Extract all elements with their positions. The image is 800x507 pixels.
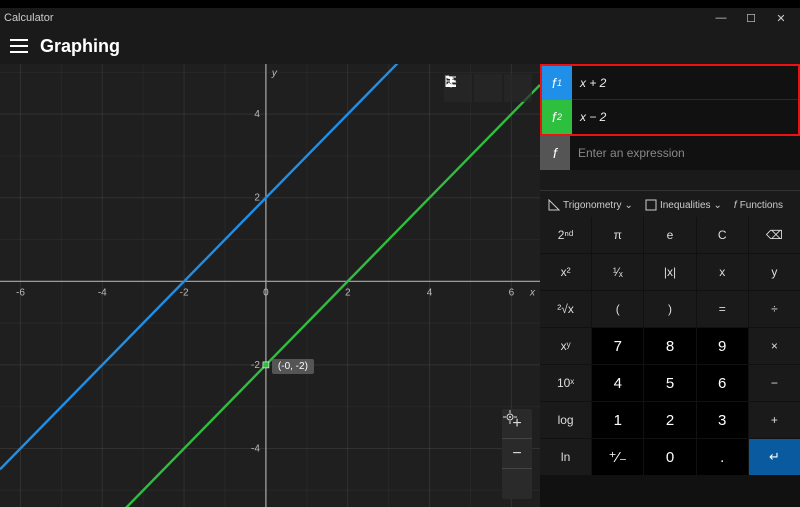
function-icon: f <box>734 200 737 211</box>
equation-input-row[interactable]: f Enter an expression <box>540 136 800 170</box>
chevron-down-icon: ⌄ <box>625 200 633 211</box>
close-button[interactable]: ✕ <box>766 12 796 25</box>
graph-pane[interactable]: x y -6 -4 -2 0 2 4 6 2 4 -2 -4 (-0, -2) + − <box>0 64 540 507</box>
side-pane: f1 x + 2 f2 x − 2 f Enter an expression … <box>540 64 800 507</box>
key-1[interactable]: 1 <box>592 402 643 438</box>
svg-text:-4: -4 <box>98 287 107 298</box>
share-button[interactable] <box>474 74 502 102</box>
key-4[interactable]: 4 <box>592 365 643 401</box>
graph-options-button[interactable] <box>504 74 532 102</box>
function-badge-new: f <box>540 136 570 170</box>
key-3[interactable]: 3 <box>697 402 748 438</box>
key-[interactable]: ⌫ <box>749 217 800 253</box>
key-x[interactable]: xʸ <box>540 328 591 364</box>
key-[interactable]: − <box>749 365 800 401</box>
key-x[interactable]: |x| <box>644 254 695 290</box>
equation-row-1[interactable]: f1 x + 2 <box>542 66 798 100</box>
submit-button[interactable]: ↵ <box>749 439 800 475</box>
key-[interactable]: ) <box>644 291 695 327</box>
key-[interactable]: ⁺⁄₋ <box>592 439 643 475</box>
function-badge-1: f1 <box>542 66 572 100</box>
key-6[interactable]: 6 <box>697 365 748 401</box>
svg-text:4: 4 <box>427 287 433 298</box>
zoom-fit-button[interactable] <box>502 469 532 499</box>
minimize-button[interactable]: — <box>706 12 736 24</box>
zoom-out-button[interactable]: − <box>502 439 532 469</box>
hamburger-menu-icon[interactable] <box>10 39 28 53</box>
category-inequalities[interactable]: Inequalities ⌄ <box>642 197 725 213</box>
zoom-controls: + − <box>502 409 532 499</box>
equation-list: f1 x + 2 f2 x − 2 <box>540 64 800 136</box>
app-menubar <box>0 0 800 8</box>
maximize-button[interactable]: ☐ <box>736 12 766 25</box>
key-0[interactable]: 0 <box>644 439 695 475</box>
app-title: Calculator <box>4 12 706 24</box>
header: Graphing <box>0 28 800 64</box>
key-[interactable]: ¹⁄ₓ <box>592 254 643 290</box>
svg-text:x: x <box>529 287 536 298</box>
key-10[interactable]: 10ˣ <box>540 365 591 401</box>
key-e[interactable]: e <box>644 217 695 253</box>
equation-row-2[interactable]: f2 x − 2 <box>542 100 798 134</box>
key-8[interactable]: 8 <box>644 328 695 364</box>
svg-text:y: y <box>271 68 278 79</box>
equation-input[interactable]: Enter an expression <box>570 146 800 160</box>
key-[interactable]: = <box>697 291 748 327</box>
key-2[interactable]: 2 <box>644 402 695 438</box>
chevron-down-icon: ⌄ <box>714 200 722 211</box>
equation-text-2[interactable]: x − 2 <box>572 110 798 124</box>
key-log[interactable]: log <box>540 402 591 438</box>
svg-text:-6: -6 <box>16 287 25 298</box>
category-row: Trigonometry ⌄ Inequalities ⌄ f Function… <box>540 190 800 217</box>
function-badge-2: f2 <box>542 100 572 134</box>
key-[interactable]: + <box>749 402 800 438</box>
svg-text:-2: -2 <box>251 360 260 371</box>
key-ln[interactable]: ln <box>540 439 591 475</box>
titlebar: Calculator — ☐ ✕ <box>0 8 800 28</box>
svg-text:2: 2 <box>345 287 351 298</box>
key-x[interactable]: x² <box>540 254 591 290</box>
key-x[interactable]: x <box>697 254 748 290</box>
svg-text:-4: -4 <box>251 443 260 454</box>
category-functions[interactable]: f Functions <box>731 197 786 213</box>
key-9[interactable]: 9 <box>697 328 748 364</box>
equation-text-1[interactable]: x + 2 <box>572 76 798 90</box>
key-c[interactable]: C <box>697 217 748 253</box>
key-[interactable]: × <box>749 328 800 364</box>
main: xy-6-4-2024624-2-4 (-0, -2) + − <box>0 64 800 507</box>
svg-text:6: 6 <box>509 287 515 298</box>
svg-text:-2: -2 <box>180 287 189 298</box>
sliders-icon <box>444 74 458 88</box>
key-y[interactable]: y <box>749 254 800 290</box>
svg-text:0: 0 <box>263 287 269 298</box>
svg-text:2: 2 <box>254 193 260 204</box>
key-[interactable]: π <box>592 217 643 253</box>
target-icon <box>502 409 518 425</box>
graph-toolbar <box>444 74 532 102</box>
key-7[interactable]: 7 <box>592 328 643 364</box>
key-[interactable]: ÷ <box>749 291 800 327</box>
keypad: 2ⁿᵈπeC⌫ x²¹⁄ₓ|x|xy ²√x()=÷ xʸ789× 10ˣ456− log… <box>540 217 800 507</box>
key-[interactable]: . <box>697 439 748 475</box>
category-trigonometry[interactable]: Trigonometry ⌄ <box>545 197 636 213</box>
key-2[interactable]: 2ⁿᵈ <box>540 217 591 253</box>
key-x[interactable]: ²√x <box>540 291 591 327</box>
inequality-icon <box>645 199 657 211</box>
angle-icon <box>548 199 560 211</box>
key-[interactable]: ( <box>592 291 643 327</box>
graph-canvas[interactable]: x y -6 -4 -2 0 2 4 6 2 4 -2 -4 <box>0 64 540 507</box>
key-5[interactable]: 5 <box>644 365 695 401</box>
trace-tooltip: (-0, -2) <box>272 359 314 374</box>
mode-title: Graphing <box>40 36 120 57</box>
svg-text:4: 4 <box>254 109 260 120</box>
